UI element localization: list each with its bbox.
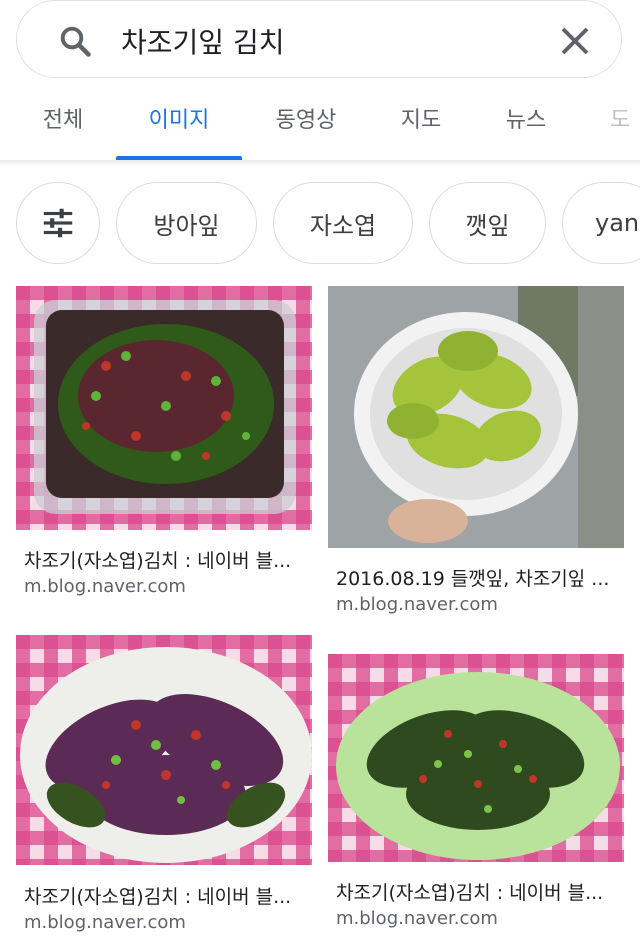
result-source: m.blog.naver.com bbox=[24, 912, 186, 933]
search-input[interactable] bbox=[121, 19, 541, 63]
tab-images[interactable]: 이미지 bbox=[146, 96, 212, 160]
result-title[interactable]: 2016.08.19 들깻잎, 차조기잎 ... bbox=[336, 564, 609, 591]
tab-maps[interactable]: 지도 bbox=[399, 96, 443, 160]
search-icon[interactable] bbox=[57, 23, 93, 59]
result-title[interactable]: 차조기(자소엽)김치 : 네이버 블... bbox=[24, 546, 291, 573]
perilla-leaves-photo bbox=[328, 286, 624, 548]
chip-kkaennip[interactable]: 깻잎 bbox=[429, 182, 546, 264]
result-image[interactable] bbox=[328, 286, 624, 548]
search-bar bbox=[16, 0, 622, 78]
result-image[interactable] bbox=[16, 286, 312, 530]
tabs-divider bbox=[0, 160, 640, 166]
chip-label: yan bbox=[595, 209, 640, 237]
kimchi-photo bbox=[16, 286, 312, 530]
tab-more[interactable]: 도 bbox=[610, 96, 640, 160]
filter-chip[interactable] bbox=[16, 182, 100, 264]
result-image[interactable] bbox=[16, 635, 312, 865]
kimchi-plate-photo bbox=[16, 635, 312, 865]
result-source: m.blog.naver.com bbox=[336, 908, 498, 929]
chip-ja-so-yeop[interactable]: 자소엽 bbox=[273, 182, 413, 264]
tune-icon bbox=[43, 208, 73, 238]
chip-label: 깻잎 bbox=[465, 211, 510, 240]
result-title[interactable]: 차조기(자소엽)김치 : 네이버 블... bbox=[336, 878, 603, 905]
chip-yan[interactable]: yan bbox=[562, 182, 640, 264]
result-image[interactable] bbox=[328, 654, 624, 862]
tab-all[interactable]: 전체 bbox=[40, 96, 86, 160]
tab-news[interactable]: 뉴스 bbox=[504, 96, 548, 160]
result-source: m.blog.naver.com bbox=[336, 594, 498, 615]
tab-videos[interactable]: 동영상 bbox=[273, 96, 339, 160]
kimchi-green-plate-photo bbox=[328, 654, 624, 862]
chip-label: 자소엽 bbox=[309, 211, 377, 240]
chip-bang-a-ip[interactable]: 방아잎 bbox=[116, 182, 257, 264]
result-title[interactable]: 차조기(자소엽)김치 : 네이버 블... bbox=[24, 882, 291, 909]
search-tabs: 전체 이미지 동영상 지도 뉴스 도 bbox=[0, 96, 640, 160]
close-icon[interactable] bbox=[557, 23, 593, 59]
result-source: m.blog.naver.com bbox=[24, 576, 186, 597]
chip-label: 방아잎 bbox=[153, 211, 220, 240]
